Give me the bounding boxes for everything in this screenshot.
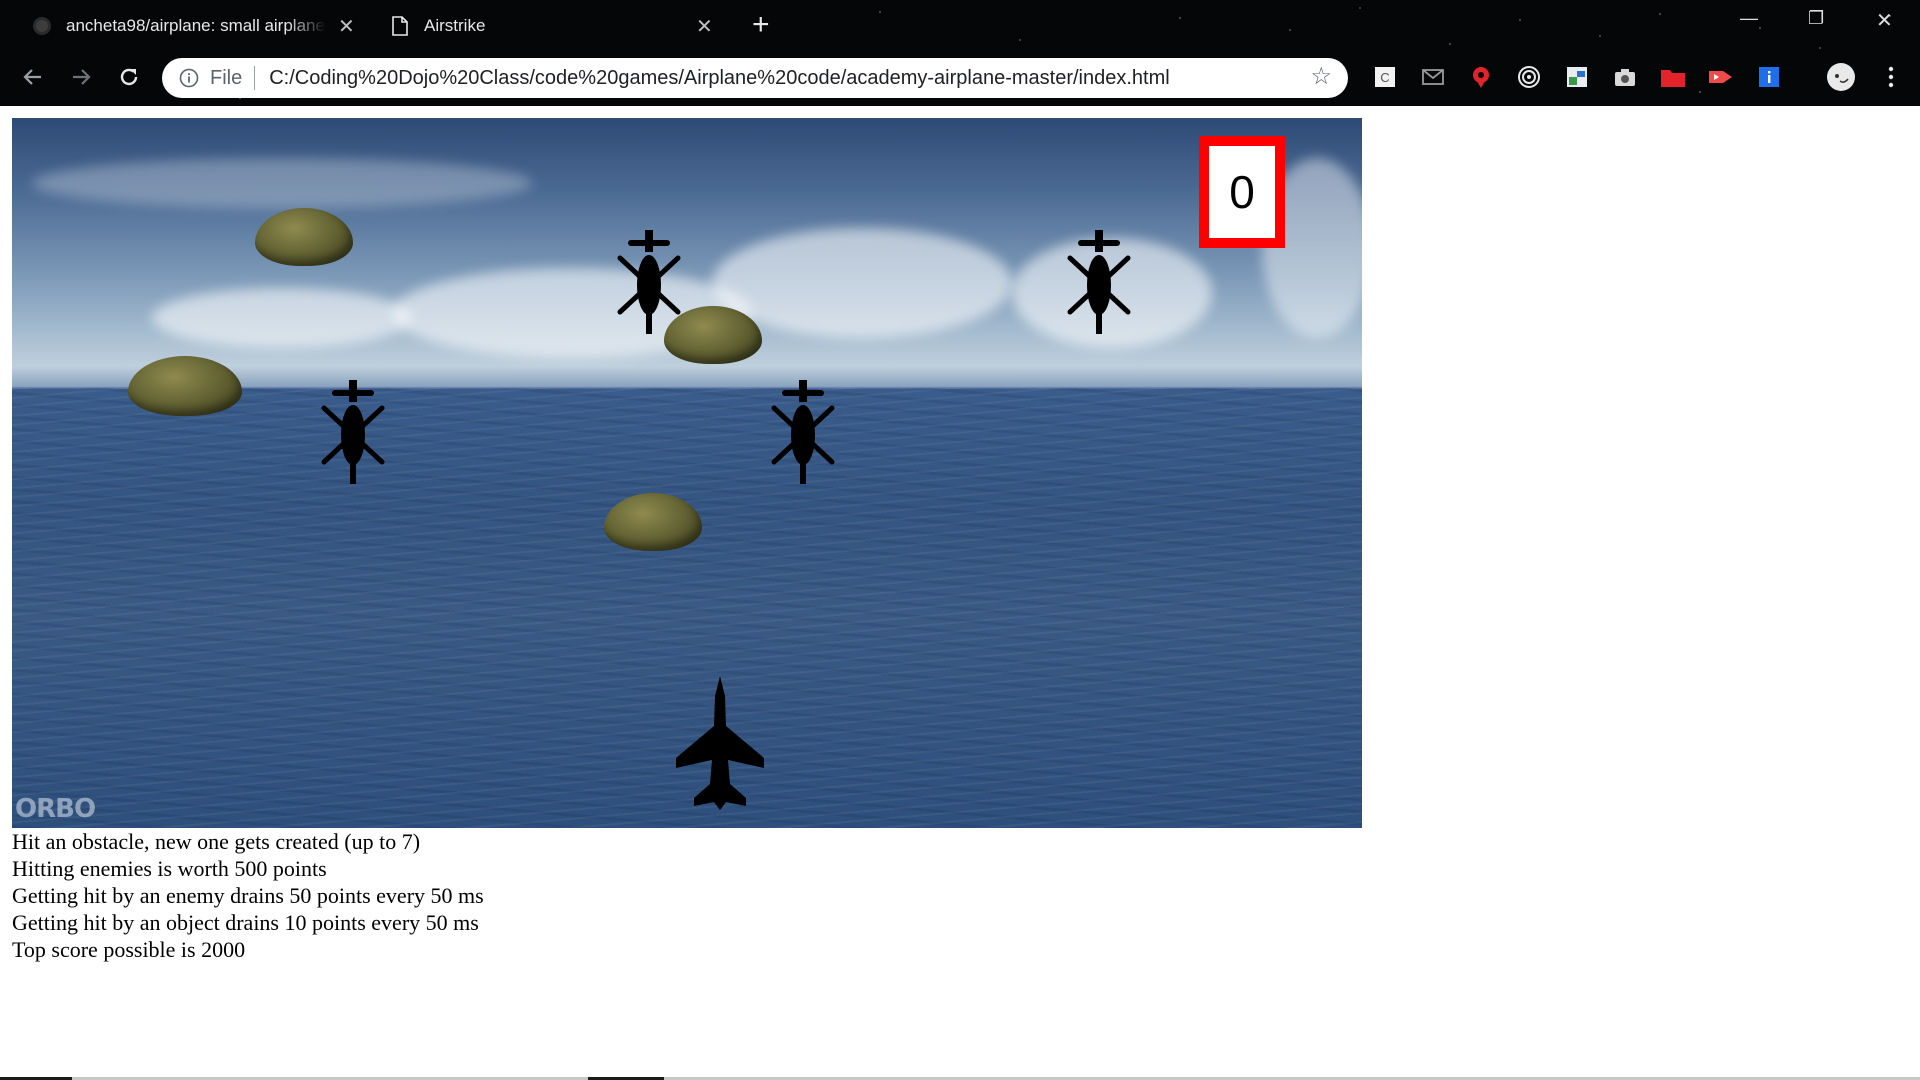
tab-title: ancheta98/airplane: small airplane	[66, 16, 325, 35]
back-button[interactable]	[18, 62, 48, 92]
rules-text: Hit an obstacle, new one gets created (u…	[12, 828, 484, 963]
rules-line: Getting hit by an enemy drains 50 points…	[12, 883, 484, 908]
image-extension-icon[interactable]	[1564, 64, 1590, 90]
rules-line: Hitting enemies is worth 500 points	[12, 856, 327, 881]
tab-title: Airstrike	[424, 16, 486, 35]
page-icon	[390, 16, 410, 36]
cloud	[152, 288, 412, 348]
helicopter-enemy-icon	[617, 230, 681, 334]
info-icon[interactable]	[178, 67, 200, 89]
bookmark-star-icon[interactable]: ☆	[1310, 65, 1332, 89]
reload-button[interactable]	[114, 62, 144, 92]
target-icon[interactable]	[1516, 64, 1542, 90]
close-tab-icon[interactable]: ✕	[696, 14, 713, 39]
new-tab-button[interactable]: +	[752, 10, 770, 40]
rock-obstacle	[128, 356, 242, 416]
score-value: 0	[1209, 146, 1275, 238]
extension-c-icon[interactable]: C	[1372, 64, 1398, 90]
folder-icon[interactable]	[1660, 64, 1686, 90]
helicopter-enemy-icon	[771, 380, 835, 484]
camera-icon[interactable]	[1612, 64, 1638, 90]
scheme-label: File	[210, 66, 243, 89]
tab-github[interactable]: ancheta98/airplane: small airplane ✕	[32, 6, 362, 46]
minimize-icon[interactable]: —	[1740, 8, 1758, 29]
forward-button[interactable]	[66, 62, 96, 92]
menu-kebab-icon[interactable]	[1878, 64, 1904, 90]
watermark: ORBO	[15, 794, 96, 824]
svg-text:C: C	[1380, 70, 1389, 85]
browser-chrome: ancheta98/airplane: small airplane ✕ Air…	[0, 0, 1920, 106]
video-extension-icon[interactable]	[1708, 64, 1734, 90]
game-area[interactable]: ORBO	[12, 118, 1362, 828]
pin-icon[interactable]	[1468, 64, 1494, 90]
helicopter-enemy-icon	[321, 380, 385, 484]
mail-icon[interactable]	[1420, 64, 1446, 90]
rock-obstacle	[255, 208, 353, 266]
restore-icon[interactable]: ❐	[1808, 8, 1824, 29]
url-text[interactable]: C:/Coding%20Dojo%20Class/code%20games/Ai…	[269, 67, 1169, 90]
github-icon	[32, 16, 52, 36]
address-separator	[254, 66, 256, 90]
rules-line: Hit an obstacle, new one gets created (u…	[12, 829, 421, 854]
tab-airstrike[interactable]: Airstrike ✕	[390, 6, 720, 46]
rules-line: Top score possible is 2000	[12, 937, 246, 962]
info-extension-icon[interactable]	[1756, 64, 1782, 90]
profile-avatar[interactable]	[1826, 62, 1856, 92]
address-bar[interactable]: File C:/Coding%20Dojo%20Class/code%20gam…	[162, 58, 1348, 98]
score-box: 0	[1199, 136, 1285, 248]
cloud	[712, 228, 1012, 338]
close-tab-icon[interactable]: ✕	[338, 14, 355, 39]
helicopter-enemy-icon	[1067, 230, 1131, 334]
close-window-icon[interactable]: ✕	[1876, 8, 1893, 33]
fighter-jet-player-icon[interactable]	[674, 676, 766, 810]
rules-line: Getting hit by an object drains 10 point…	[12, 910, 479, 935]
cloud	[32, 158, 532, 208]
